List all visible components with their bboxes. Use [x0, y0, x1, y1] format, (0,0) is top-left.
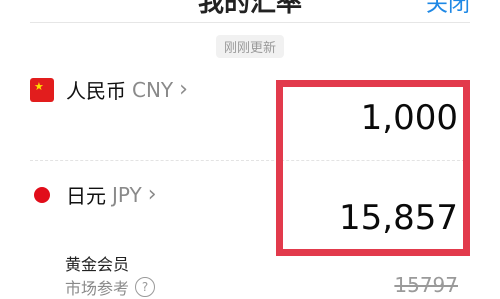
help-icon[interactable]: ? — [135, 277, 156, 297]
market-reference: 市场参考 ? — [65, 275, 156, 299]
currency-code: JPY — [112, 182, 142, 207]
header-divider — [30, 22, 470, 23]
amount-cny-input[interactable]: 1,000 — [361, 98, 458, 138]
amount-jpy-value: 15,857 — [339, 198, 458, 238]
chevron-right-icon: › — [179, 77, 188, 102]
currency-row-cny[interactable]: ★ 人民币 CNY › — [30, 75, 188, 104]
gold-member-label: 黄金会员 — [65, 255, 130, 274]
close-button[interactable]: 关闭 — [426, 0, 470, 18]
chevron-right-icon: › — [147, 182, 157, 207]
china-flag-icon: ★ — [30, 77, 54, 102]
currency-code: CNY — [132, 77, 174, 102]
currency-name: 日元 — [66, 184, 106, 208]
japan-flag-icon — [30, 183, 54, 207]
market-reference-value: 15797 — [394, 273, 458, 297]
currency-row-jpy[interactable]: 日元 JPY › — [30, 180, 157, 209]
currency-name: 人民币 — [66, 79, 126, 103]
market-reference-label: 市场参考 — [65, 279, 130, 298]
updated-badge: 刚刚更新 — [215, 35, 285, 58]
